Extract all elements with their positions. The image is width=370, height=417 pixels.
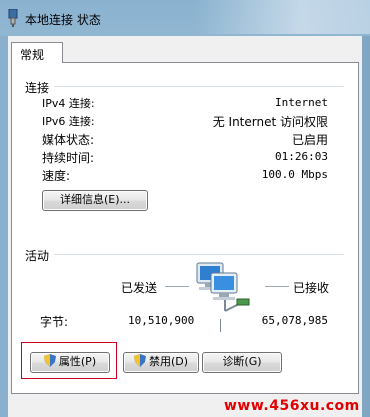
tab-general-label: 常规: [20, 48, 45, 62]
title-bar: 本地连接 状态: [0, 0, 370, 36]
ipv4-label: IPv4 连接:: [42, 97, 95, 110]
disable-button[interactable]: 禁用(D): [123, 352, 199, 373]
received-label: 已接收: [293, 281, 330, 295]
sent-line: [165, 286, 189, 287]
dialog-client-area: 常规 连接 IPv4 连接: Internet IPv6 连接: 无 Inter…: [8, 36, 362, 417]
network-computers-icon: [196, 262, 250, 312]
window-frame-right: [362, 36, 370, 417]
details-button[interactable]: 详细信息(E)...: [42, 190, 148, 211]
diagnose-button[interactable]: 诊断(G): [202, 352, 282, 373]
watermark-text: www.456xu.com: [224, 398, 360, 414]
connection-group-divider: [54, 86, 344, 87]
media-state-label: 媒体状态:: [42, 133, 95, 147]
ipv4-value: Internet: [275, 96, 328, 109]
bytes-label: 字节:: [40, 315, 69, 329]
speed-label: 速度:: [42, 169, 71, 183]
speed-value: 100.0 Mbps: [261, 168, 328, 181]
sent-label: 已发送: [121, 281, 158, 295]
title-bar-background: [195, 0, 370, 34]
ipv6-value: 无 Internet 访问权限: [212, 115, 328, 129]
uac-shield-icon: [133, 354, 146, 367]
bytes-separator: [220, 319, 221, 332]
window-frame-left: [0, 36, 8, 417]
bytes-sent-value: 10,510,900: [128, 314, 195, 327]
media-state-value: 已启用: [291, 133, 328, 147]
duration-value: 01:26:03: [275, 150, 328, 163]
bytes-received-value: 65,078,985: [261, 314, 328, 327]
activity-group-divider: [54, 254, 344, 255]
activity-group-title: 活动: [25, 249, 50, 263]
disable-button-label: 禁用(D): [148, 355, 189, 368]
highlight-box: [21, 342, 117, 379]
ipv6-label: IPv6 连接:: [42, 115, 95, 128]
network-adapter-icon: [8, 9, 18, 27]
received-line: [265, 286, 289, 287]
connection-group-title: 连接: [25, 81, 50, 95]
tab-general[interactable]: 常规: [11, 42, 63, 63]
duration-label: 持续时间:: [42, 151, 95, 165]
window-title: 本地连接 状态: [25, 13, 101, 27]
